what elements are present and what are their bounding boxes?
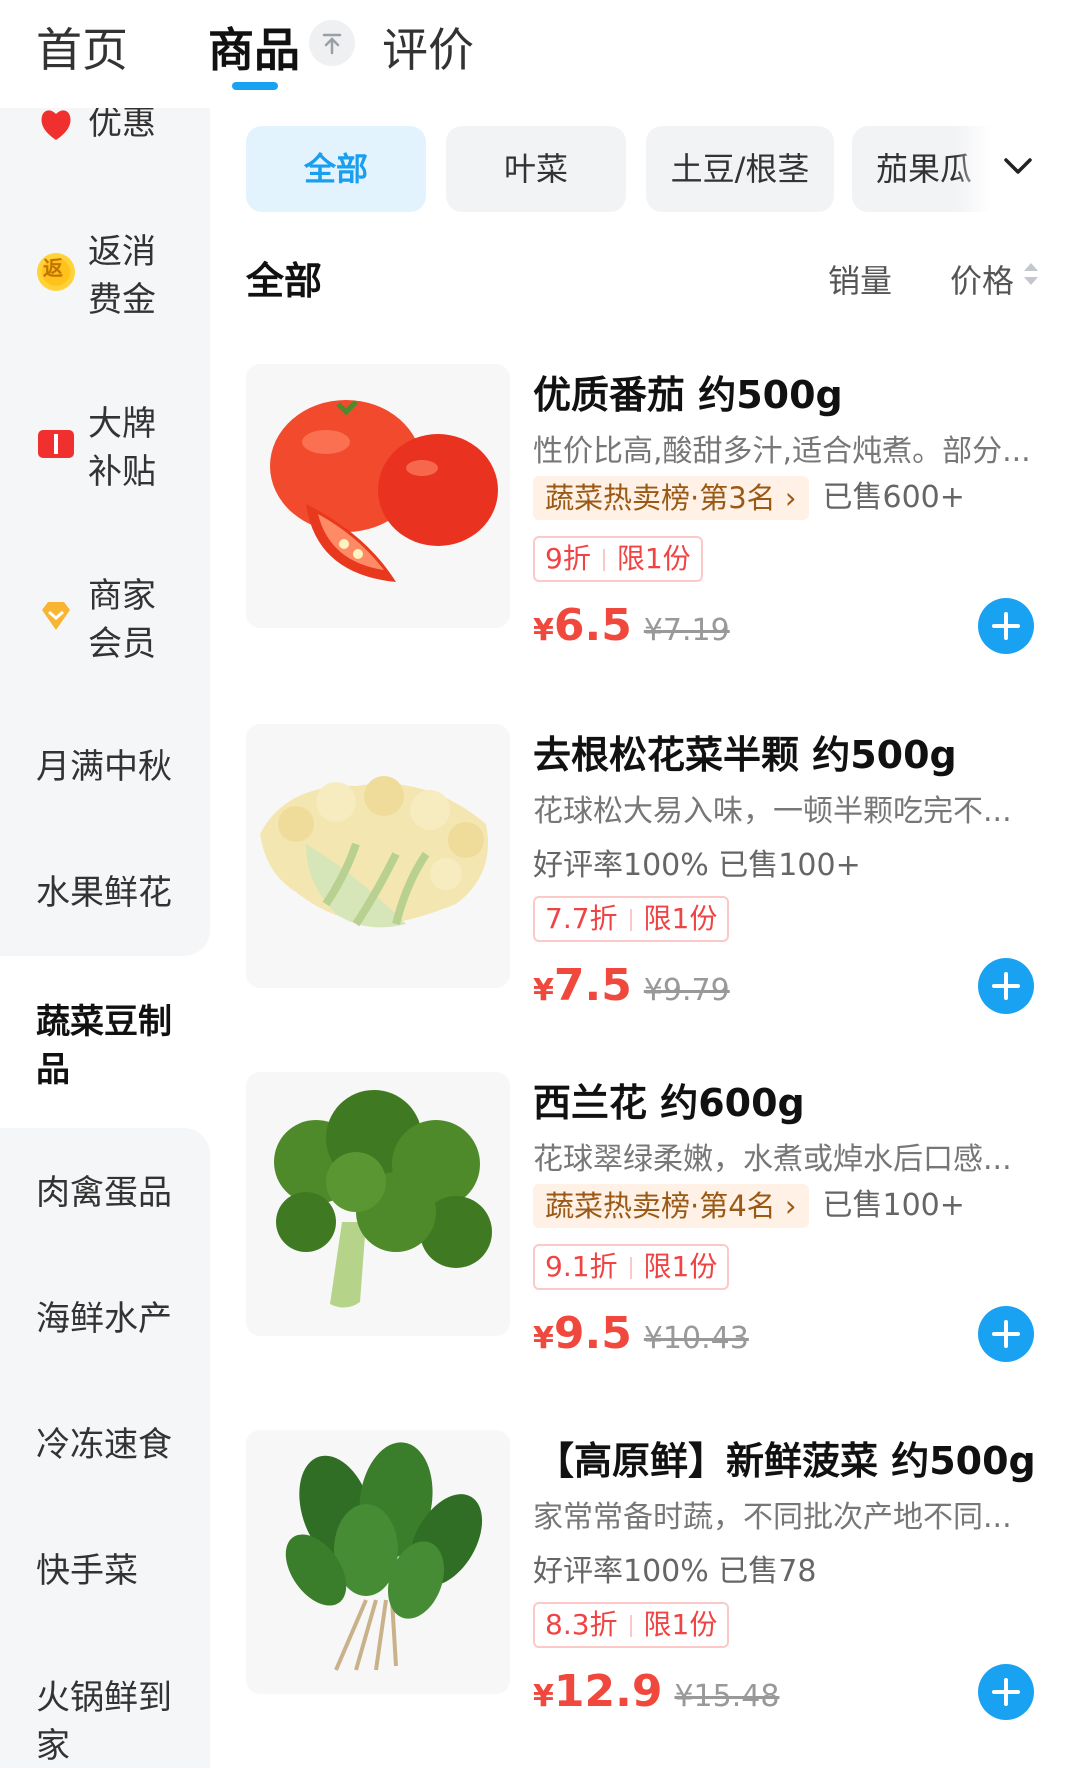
add-to-cart-plus-icon[interactable] xyxy=(978,1306,1034,1362)
add-to-cart-plus-icon[interactable] xyxy=(978,958,1034,1014)
discount-tag: 8.3折 限1份 xyxy=(533,1602,730,1648)
product-description: 花球松大易入味，一顿半颗吃完不... xyxy=(533,794,1012,829)
chip-potato-roots[interactable]: 土豆/根茎 xyxy=(646,126,834,212)
product-image-broccoli[interactable] xyxy=(246,1072,510,1336)
tab-reviews[interactable]: 评价 xyxy=(382,14,474,80)
red-envelope-icon xyxy=(41,110,71,140)
discount-tag: 7.7折 限1份 xyxy=(533,896,730,942)
sidebar-item-meat-eggs[interactable]: 肉禽蛋品 xyxy=(0,1170,210,1222)
tab-home[interactable]: 首页 xyxy=(36,14,128,80)
sidebar-item-frozen[interactable]: 冷冻速食 xyxy=(0,1422,210,1474)
section-title: 全部 xyxy=(246,259,323,303)
price-row: ¥12.9 ¥15.48 xyxy=(533,1666,780,1717)
product-description: 家常常备时蔬，不同批次产地不同... xyxy=(533,1500,1012,1535)
sidebar-item-seafood[interactable]: 海鲜水产 xyxy=(0,1296,210,1348)
arrow-up-icon[interactable] xyxy=(309,20,355,66)
price-row: ¥7.5 ¥9.79 xyxy=(533,960,730,1011)
coin-badge-text: 返 xyxy=(43,256,63,280)
sold-count: 已售100+ xyxy=(822,1188,965,1223)
chevron-down-icon[interactable] xyxy=(1000,148,1036,184)
add-to-cart-plus-icon[interactable] xyxy=(978,1664,1034,1720)
discount-rate: 8.3折 xyxy=(545,1608,618,1641)
hot-rank-badge[interactable]: 蔬菜热卖榜·第4名 › xyxy=(533,1184,809,1228)
sidebar-item-cashback[interactable]: 返 返消费金 xyxy=(0,224,210,324)
category-sidebar: 优惠 返 返消费金 大牌补贴 商家会员 月满中秋 水果鲜花 蔬菜豆制品 肉禽蛋品… xyxy=(0,103,212,1768)
rating-sold: 好评率100% 已售78 xyxy=(533,1554,817,1589)
original-price: ¥7.19 xyxy=(643,613,730,648)
price-row: ¥6.5 ¥7.19 xyxy=(533,600,730,651)
discount-tag: 9折 限1份 xyxy=(533,536,703,582)
active-tab-indicator xyxy=(232,82,278,90)
product-description: 性价比高,酸甜多汁,适合炖煮。部分... xyxy=(533,434,1031,469)
vip-diamond-icon xyxy=(42,602,70,630)
current-price: 7.5 xyxy=(553,960,632,1011)
sidebar-item-vegetables[interactable]: 蔬菜豆制品 xyxy=(0,998,210,1098)
sidebar-item-label: 蔬菜豆制品 xyxy=(36,1002,172,1090)
sidebar-item-member[interactable]: 商家会员 xyxy=(0,568,210,668)
purchase-limit: 限1份 xyxy=(643,1250,718,1283)
sidebar-item-mid-autumn[interactable]: 月满中秋 xyxy=(0,744,210,796)
product-card[interactable]: 去根松花菜半颗 约500g 花球松大易入味，一顿半颗吃完不... 好评率100%… xyxy=(246,724,1066,1024)
product-card[interactable]: 优质番茄 约500g 性价比高,酸甜多汁,适合炖煮。部分... 蔬菜热卖榜·第3… xyxy=(246,364,1066,664)
sidebar-item-quick-dishes[interactable]: 快手菜 xyxy=(0,1548,210,1600)
sidebar-item-label: 大牌补贴 xyxy=(88,404,156,492)
purchase-limit: 限1份 xyxy=(643,902,718,935)
sidebar-item-label: 商家会员 xyxy=(88,576,156,664)
chip-all[interactable]: 全部 xyxy=(246,126,426,212)
current-price: 12.9 xyxy=(553,1666,663,1717)
product-description: 花球翠绿柔嫩，水煮或焯水后口感... xyxy=(533,1142,1012,1177)
discount-rate: 9折 xyxy=(545,542,591,575)
price-row: ¥9.5 ¥10.43 xyxy=(533,1308,749,1359)
product-image-tomato[interactable] xyxy=(246,364,510,628)
sort-arrows-icon[interactable] xyxy=(1022,258,1040,290)
sidebar-item-label: 火锅鲜到家 xyxy=(36,1678,172,1766)
sidebar-item-label: 水果鲜花 xyxy=(36,873,172,913)
purchase-limit: 限1份 xyxy=(616,542,691,575)
sidebar-item-label: 月满中秋 xyxy=(36,747,172,787)
rank-row: 蔬菜热卖榜·第3名 › 已售600+ xyxy=(533,476,965,520)
original-price: ¥10.43 xyxy=(643,1321,749,1356)
discount-rate: 7.7折 xyxy=(545,902,618,935)
sort-by-price[interactable]: 价格 xyxy=(950,256,1014,302)
discount-tag: 9.1折 限1份 xyxy=(533,1244,730,1290)
sidebar-item-brand-subsidy[interactable]: 大牌补贴 xyxy=(0,396,210,496)
chip-leafy-greens[interactable]: 叶菜 xyxy=(446,126,626,212)
sidebar-item-fruit-flowers[interactable]: 水果鲜花 xyxy=(0,870,210,922)
sidebar-item-hotpot[interactable]: 火锅鲜到家 xyxy=(0,1674,210,1766)
add-to-cart-plus-icon[interactable] xyxy=(978,598,1034,654)
original-price: ¥9.79 xyxy=(643,973,730,1008)
rating-sold: 好评率100% 已售100+ xyxy=(533,848,861,883)
sidebar-item-label: 快手菜 xyxy=(36,1551,138,1591)
sold-count: 已售600+ xyxy=(822,480,965,515)
product-image-cauliflower[interactable] xyxy=(246,724,510,988)
sidebar-item-discount[interactable]: 优惠 xyxy=(0,100,210,160)
sidebar-item-label: 冷冻速食 xyxy=(36,1425,172,1465)
product-card[interactable]: 【高原鲜】新鲜菠菜 约500g 家常常备时蔬，不同批次产地不同... 好评率10… xyxy=(246,1430,1066,1730)
product-card[interactable]: 西兰花 约600g 花球翠绿柔嫩，水煮或焯水后口感... 蔬菜热卖榜·第4名 ›… xyxy=(246,1072,1066,1372)
product-name[interactable]: 去根松花菜半颗 约500g xyxy=(533,724,957,779)
original-price: ¥15.48 xyxy=(674,1679,780,1714)
sort-by-sales[interactable]: 销量 xyxy=(828,256,892,302)
current-price: 6.5 xyxy=(553,600,632,651)
sidebar-item-label: 返消费金 xyxy=(88,232,156,320)
product-image-spinach[interactable] xyxy=(246,1430,510,1694)
product-name[interactable]: 西兰花 约600g xyxy=(533,1072,805,1127)
subsidy-icon xyxy=(38,430,74,458)
purchase-limit: 限1份 xyxy=(643,1608,718,1641)
top-tab-bar: 首页 商品 评价 xyxy=(0,0,1080,108)
product-name[interactable]: 【高原鲜】新鲜菠菜 约500g xyxy=(536,1430,1036,1485)
product-name[interactable]: 优质番茄 约500g xyxy=(533,364,843,419)
tab-products[interactable]: 商品 xyxy=(208,14,300,80)
sidebar-item-label: 海鲜水产 xyxy=(36,1299,172,1339)
rank-row: 蔬菜热卖榜·第4名 › 已售100+ xyxy=(533,1184,965,1228)
sidebar-item-label: 肉禽蛋品 xyxy=(36,1173,172,1213)
hot-rank-badge[interactable]: 蔬菜热卖榜·第3名 › xyxy=(533,476,809,520)
discount-rate: 9.1折 xyxy=(545,1250,618,1283)
current-price: 9.5 xyxy=(553,1308,632,1359)
